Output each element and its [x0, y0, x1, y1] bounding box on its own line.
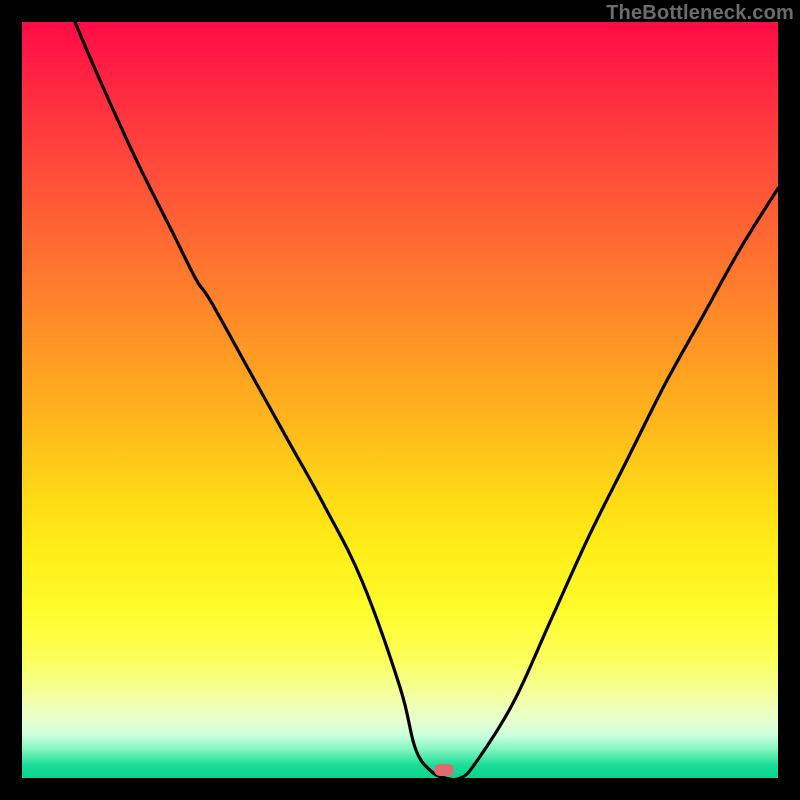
chart-stage: TheBottleneck.com [0, 0, 800, 800]
watermark-text: TheBottleneck.com [606, 2, 794, 25]
bottleneck-curve [22, 22, 778, 778]
plot-area [22, 22, 778, 778]
minimum-marker [434, 764, 454, 776]
